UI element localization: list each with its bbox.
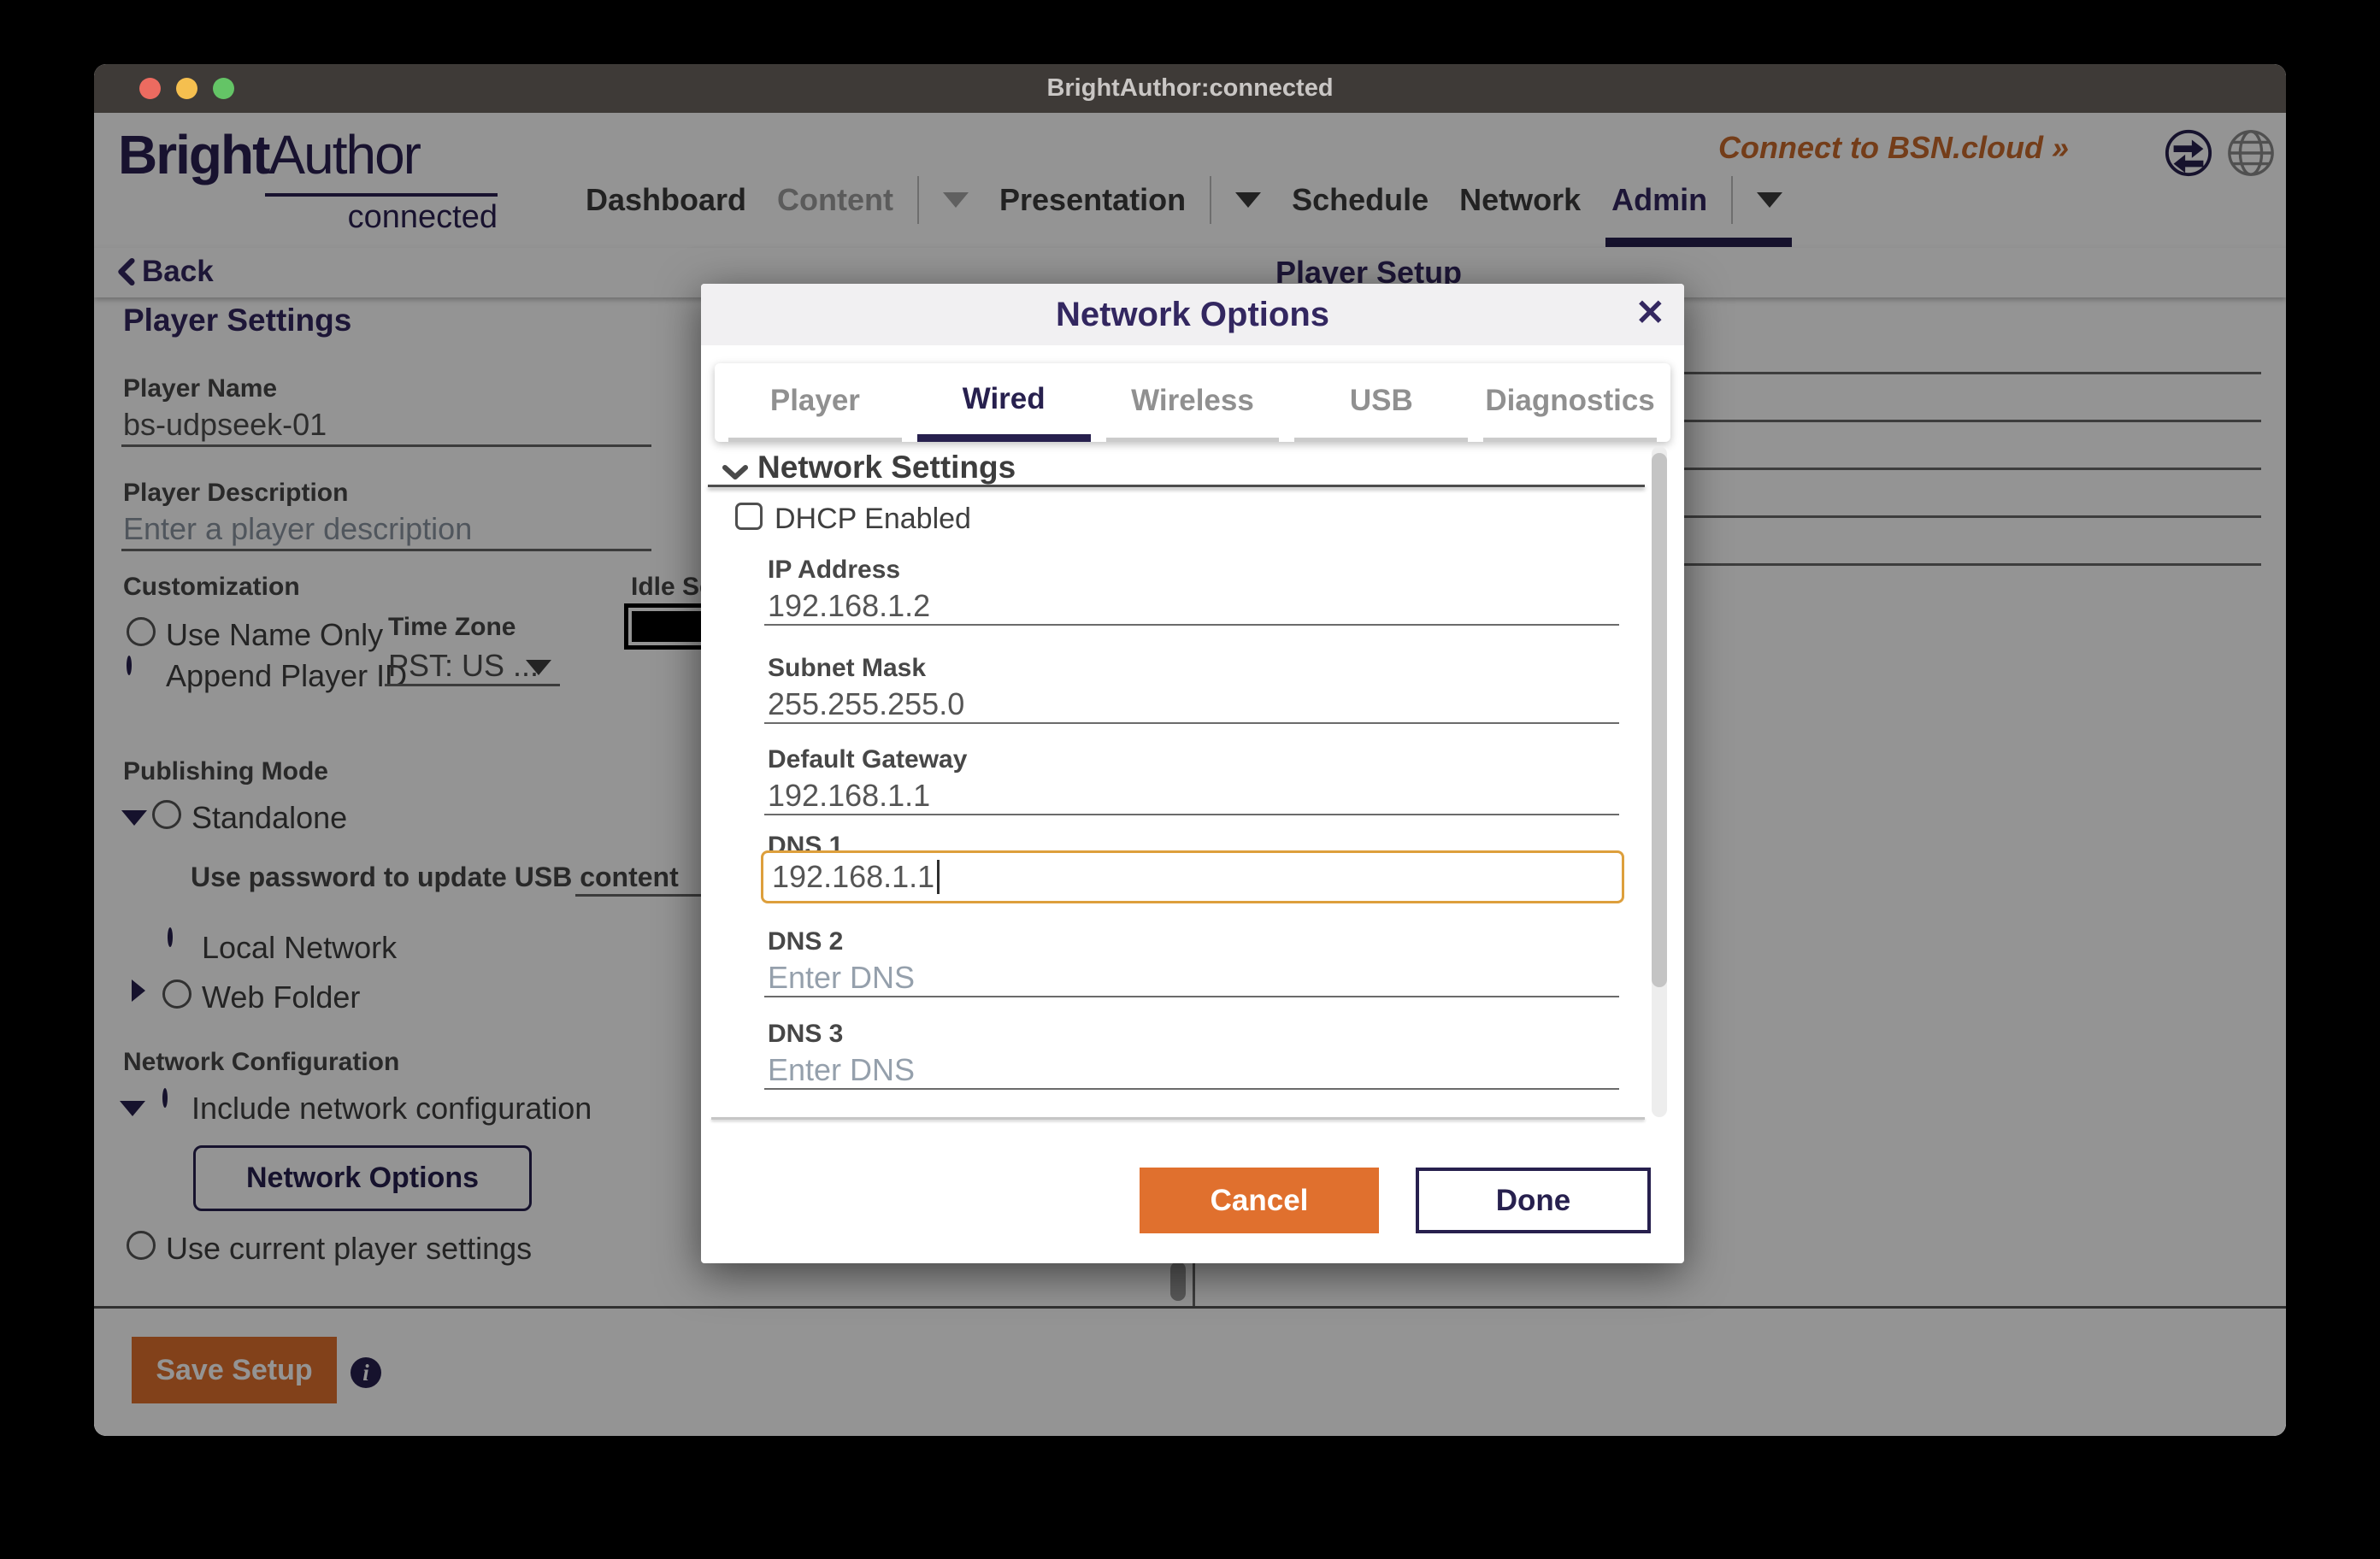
done-button[interactable]: Done [1416,1168,1651,1233]
default-gateway-underline [764,814,1619,815]
close-icon[interactable]: ✕ [1635,292,1665,333]
tab-diagnostics[interactable]: Diagnostics [1483,363,1657,442]
dhcp-enabled-label: DHCP Enabled [775,503,971,536]
chevron-down-icon[interactable] [722,463,749,482]
app-content: BrightAuthor connected Dashboard Content… [94,113,2286,1436]
tab-usb[interactable]: USB [1294,363,1468,442]
modal-scrollbar-track[interactable] [1652,446,1667,1117]
macos-titlebar: BrightAuthor:connected [94,64,2286,113]
modal-content-bottom-divider [711,1117,1645,1120]
text-cursor [937,860,940,894]
ip-address-underline [764,624,1619,626]
subnet-mask-input[interactable]: 255.255.255.0 [768,686,964,722]
app-window: BrightAuthor:connected BrightAuthor conn… [94,64,2286,1436]
modal-header: Network Options ✕ [701,284,1684,345]
dns1-value: 192.168.1.1 [772,859,934,895]
cancel-button[interactable]: Cancel [1140,1168,1379,1233]
subnet-mask-underline [764,722,1619,724]
ip-address-input[interactable]: 192.168.1.2 [768,588,930,624]
default-gateway-label: Default Gateway [768,745,967,774]
tab-player[interactable]: Player [728,363,902,442]
dns3-label: DNS 3 [768,1020,843,1049]
modal-tab-bar: Player Wired Wireless USB Diagnostics [715,363,1670,442]
ip-address-label: IP Address [768,556,900,585]
dns2-input[interactable]: Enter DNS [768,960,915,996]
section-divider [708,485,1645,487]
window-title: BrightAuthor:connected [94,74,2286,103]
dns2-underline [764,996,1619,997]
dns2-label: DNS 2 [768,927,843,956]
default-gateway-input[interactable]: 192.168.1.1 [768,778,930,814]
dns3-input[interactable]: Enter DNS [768,1052,915,1088]
network-options-modal: Network Options ✕ Player Wired Wireless … [701,284,1684,1263]
tab-wireless[interactable]: Wireless [1106,363,1280,442]
dns3-underline [764,1088,1619,1090]
modal-title: Network Options [701,296,1684,334]
subnet-mask-label: Subnet Mask [768,654,926,683]
modal-scrollbar-thumb[interactable] [1652,453,1667,987]
tab-wired[interactable]: Wired [917,363,1091,442]
dns1-input-focused[interactable]: 192.168.1.1 [761,850,1624,903]
dhcp-enabled-checkbox[interactable] [735,503,763,530]
network-settings-section-header[interactable]: Network Settings [757,450,1016,485]
